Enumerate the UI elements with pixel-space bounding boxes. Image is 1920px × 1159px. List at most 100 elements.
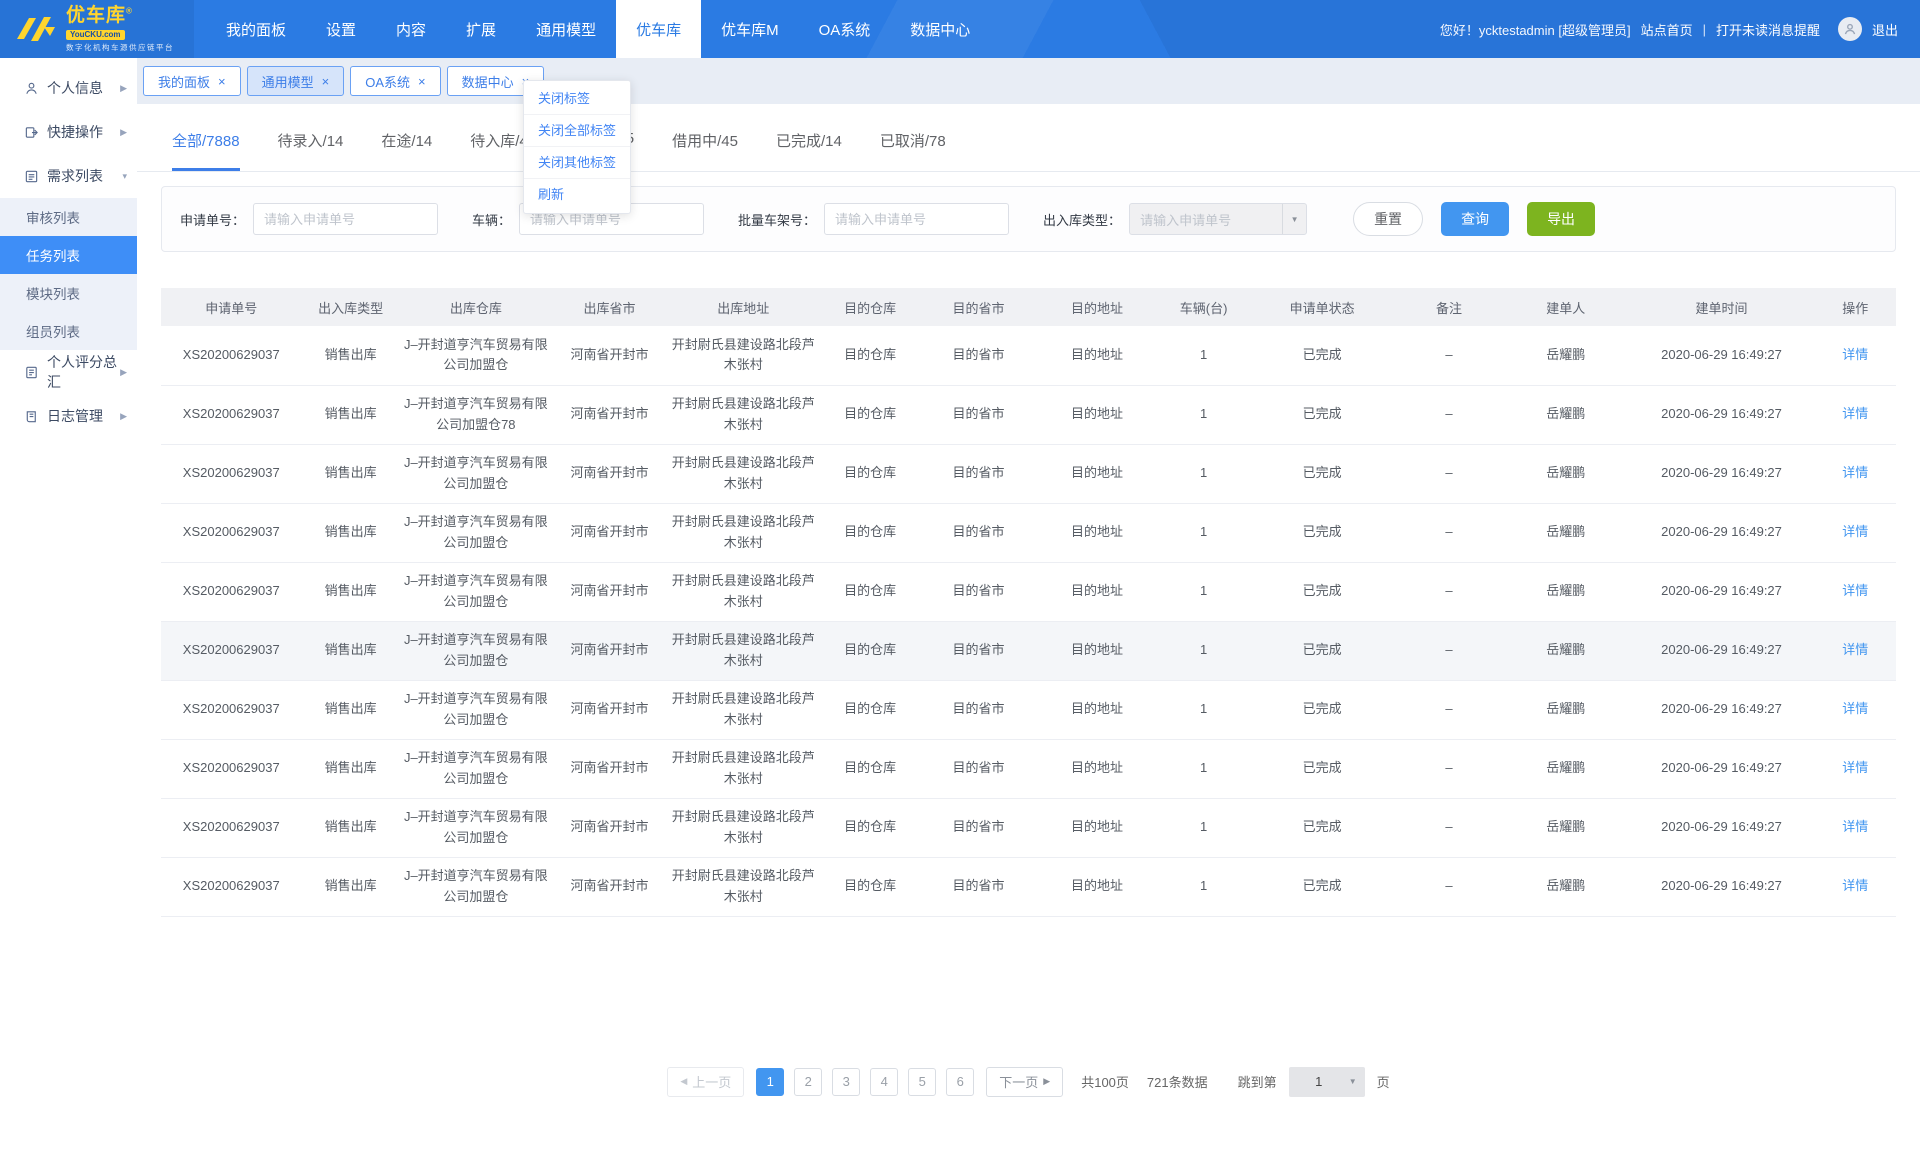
table-cell: 已完成 [1249,739,1395,798]
sidebar-subitem[interactable]: 审核列表 [0,198,137,236]
table-cell: XS20200629037 [161,503,301,562]
status-tab[interactable]: 已取消/78 [880,130,946,171]
table-cell: 岳耀鹏 [1503,621,1628,680]
detail-link[interactable]: 详情 [1842,465,1868,480]
search-button[interactable]: 查询 [1441,202,1509,236]
table-cell: 目的地址 [1036,680,1158,739]
page-number-button[interactable]: 2 [794,1068,822,1096]
close-icon[interactable]: × [322,75,330,88]
brand-tagline: 数字化机构车源供应链平台 [66,44,174,52]
status-tab[interactable]: 待录入/14 [278,130,344,171]
detail-link[interactable]: 详情 [1842,819,1868,834]
status-tab[interactable]: 已完成/14 [776,130,842,171]
detail-link[interactable]: 详情 [1842,406,1868,421]
page-number-button[interactable]: 5 [908,1068,936,1096]
next-page-button[interactable]: 下一页▶ [986,1067,1063,1097]
table-cell: 销售出库 [301,798,399,857]
page-number-button[interactable]: 3 [832,1068,860,1096]
table-cell: 详情 [1815,798,1896,857]
sidebar-item[interactable]: 个人评分总汇▶ [0,350,137,394]
export-button[interactable]: 导出 [1527,202,1595,236]
context-menu-item[interactable]: 关闭全部标签 [524,115,630,147]
top-nav-item[interactable]: 我的面板 [206,0,306,58]
page-number-button[interactable]: 4 [870,1068,898,1096]
page-number-button[interactable]: 1 [756,1068,784,1096]
table-cell: 详情 [1815,621,1896,680]
table-cell: 2020-06-29 16:49:27 [1628,444,1814,503]
detail-link[interactable]: 详情 [1842,347,1868,362]
brand-mark-icon [14,13,58,45]
page-number-button[interactable]: 6 [946,1068,974,1096]
table-cell: 目的地址 [1036,857,1158,916]
table-cell: 1 [1158,857,1249,916]
chevron-down-icon[interactable]: ▼ [1282,204,1306,234]
sidebar-item[interactable]: 个人信息▶ [0,66,137,110]
jump-page-select[interactable]: 1 ▼ [1289,1067,1365,1097]
table-cell: 目的省市 [921,562,1036,621]
app-logo[interactable]: 优车库® YouCKU.com 数字化机构车源供应链平台 [0,0,194,58]
table-cell: 已完成 [1249,444,1395,503]
tab-chip[interactable]: 通用模型× [247,66,345,96]
filter-input[interactable] [253,203,438,235]
jump-label: 跳到第 [1238,1072,1277,1091]
sidebar-item-label: 需求列表 [47,166,103,186]
tab-chip[interactable]: 我的面板× [143,66,241,96]
detail-link[interactable]: 详情 [1842,878,1868,893]
detail-link[interactable]: 详情 [1842,524,1868,539]
detail-link[interactable]: 详情 [1842,701,1868,716]
top-nav-item[interactable]: 通用模型 [516,0,616,58]
table-cell: – [1395,385,1503,444]
status-tab[interactable]: 在途/14 [381,130,432,171]
table-cell: 目的仓库 [819,857,921,916]
top-nav-item[interactable]: 优车库 [616,0,701,58]
filter-input[interactable] [824,203,1009,235]
filter-select[interactable]: 请输入申请单号▼ [1129,203,1307,235]
detail-link[interactable]: 详情 [1842,642,1868,657]
site-home-link[interactable]: 站点首页 [1641,20,1693,39]
sidebar-submenu: 审核列表任务列表模块列表组员列表 [0,198,137,350]
sidebar-item[interactable]: 快捷操作▶ [0,110,137,154]
table-cell: 目的省市 [921,444,1036,503]
close-icon[interactable]: × [418,75,426,88]
status-tab[interactable]: 借用中/45 [672,130,738,171]
context-menu-item[interactable]: 刷新 [524,179,630,211]
sidebar-item[interactable]: 日志管理▶ [0,394,137,438]
user-avatar-icon[interactable] [1838,17,1862,41]
top-nav-item[interactable]: 设置 [306,0,376,58]
detail-link[interactable]: 详情 [1842,583,1868,598]
filter-label: 批量车架号： [738,210,816,229]
table-header-cell: 出库省市 [552,288,667,326]
table-cell: 1 [1158,621,1249,680]
top-nav-item[interactable]: 数据中心 [890,0,990,58]
table-cell: 1 [1158,444,1249,503]
table-cell: XS20200629037 [161,621,301,680]
top-nav-item[interactable]: 优车库M [701,0,799,58]
logout-button[interactable]: 退出 [1872,20,1898,39]
prev-page-button[interactable]: ◀上一页 [667,1067,744,1097]
table-cell: 1 [1158,680,1249,739]
table-cell: XS20200629037 [161,326,301,385]
sidebar-subitem[interactable]: 模块列表 [0,274,137,312]
table-cell: 1 [1158,503,1249,562]
top-nav-item[interactable]: OA系统 [799,0,891,58]
close-icon[interactable]: × [218,75,226,88]
sidebar-item[interactable]: 需求列表▾ [0,154,137,198]
table-cell: 目的省市 [921,798,1036,857]
detail-link[interactable]: 详情 [1842,760,1868,775]
tab-chip[interactable]: OA系统× [350,66,440,96]
context-menu-item[interactable]: 关闭标签 [524,83,630,115]
top-nav-item[interactable]: 内容 [376,0,446,58]
table-cell: 开封尉氏县建设路北段芦木张村 [667,739,819,798]
reset-button[interactable]: 重置 [1353,202,1423,236]
top-nav-item[interactable]: 扩展 [446,0,516,58]
sidebar-subitem[interactable]: 组员列表 [0,312,137,350]
table-cell: – [1395,444,1503,503]
context-menu-item[interactable]: 关闭其他标签 [524,147,630,179]
table-cell: – [1395,680,1503,739]
unread-messages-link[interactable]: 打开未读消息提醒 [1716,20,1820,39]
status-tab[interactable]: 全部/7888 [172,130,240,171]
table-cell: 岳耀鹏 [1503,326,1628,385]
table-cell: 目的地址 [1036,739,1158,798]
table-cell: 详情 [1815,857,1896,916]
sidebar-subitem[interactable]: 任务列表 [0,236,137,274]
